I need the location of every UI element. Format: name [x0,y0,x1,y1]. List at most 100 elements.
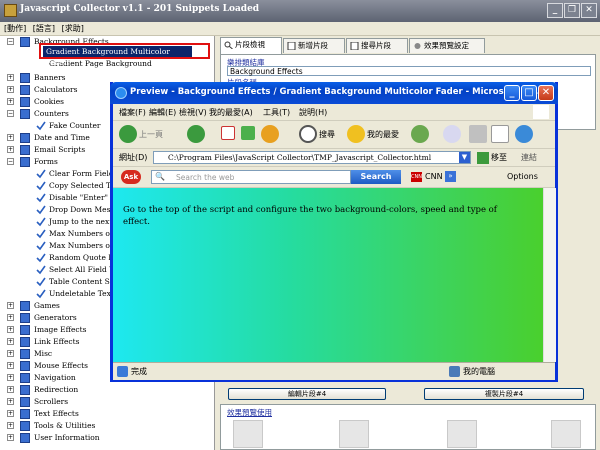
go-arrow-icon[interactable] [477,152,489,164]
mail-icon[interactable] [443,125,461,143]
expand-icon[interactable]: + [7,338,14,345]
print-icon[interactable] [469,125,487,143]
document-icon [350,42,359,50]
back-button[interactable]: 上一頁 [139,129,163,140]
search-icon[interactable] [299,125,317,143]
edit-icon[interactable] [491,125,509,143]
selected-snippet-highlight[interactable]: Gradient Background Multicolor Fader [39,43,210,67]
messenger-icon[interactable] [515,125,533,143]
address-label: 網址(D) [119,153,148,162]
chevron-down-icon[interactable]: ▼ [459,152,470,163]
history-icon[interactable] [411,125,429,143]
tab-add-snippet[interactable]: 新增片段 [283,38,345,53]
vertical-scrollbar[interactable] [543,188,556,362]
expand-icon[interactable]: + [7,134,14,141]
expand-icon[interactable]: + [7,86,14,93]
ie-menu-file[interactable]: 檔案(F) [119,107,146,118]
main-titlebar: Javascript Collector v1.1 - 201 Snippets… [0,0,600,22]
expand-icon[interactable]: + [7,74,14,81]
tree-item-selected[interactable]: Gradient Background Multicolor Fader [43,46,192,67]
minimize-button[interactable]: _ [547,3,563,18]
book-icon [20,301,30,311]
go-button[interactable]: 移至 [491,152,507,163]
book-icon [20,385,30,395]
search-button[interactable]: 搜尋 [319,129,335,140]
expand-icon[interactable]: + [7,422,14,429]
tab-search-snippet[interactable]: 搜尋片段 [346,38,408,53]
expand-icon[interactable]: + [7,410,14,417]
status-text: 完成 [131,367,147,376]
book-icon [20,157,30,167]
ie-preview-window: Preview - Background Effects / Gradient … [110,82,558,382]
book-icon [20,397,30,407]
preview-thumb[interactable] [339,420,369,448]
expand-icon[interactable]: + [7,350,14,357]
menu-language[interactable]: [語言] [33,23,55,34]
expand-icon[interactable]: + [7,302,14,309]
book-icon [20,37,30,47]
preview-usage-link[interactable]: 效果預覽使用 [227,407,272,418]
more-icon[interactable]: » [445,171,456,182]
ie-minimize-button[interactable]: _ [504,85,520,101]
ie-maximize-button[interactable]: □ [521,85,537,101]
book-icon [20,361,30,371]
expand-icon[interactable]: + [7,314,14,321]
forward-arrow-icon[interactable] [187,125,205,143]
script-icon [36,277,46,287]
preview-thumb[interactable] [551,420,581,448]
expand-icon[interactable]: + [7,434,14,441]
script-icon [36,169,46,179]
ask-search-input[interactable]: 🔍 Search the web [151,170,351,184]
preview-thumb[interactable] [447,420,477,448]
menu-help[interactable]: [求助] [62,23,84,34]
script-icon [36,181,46,191]
preview-usage-panel: 效果預覽使用 [220,404,596,450]
ie-titlebar: Preview - Background Effects / Gradient … [110,82,558,104]
expand-icon[interactable]: + [7,98,14,105]
address-input[interactable]: C:\Program Files\JavaScript Collector\TM… [153,151,471,164]
ie-menu-edit[interactable]: 編輯(E) [149,107,176,118]
tab-preview-settings[interactable]: 效果預覽設定 [409,38,485,53]
ie-menu-help[interactable]: 說明(H) [299,107,327,118]
ie-menu-tools[interactable]: 工具(T) [263,107,290,118]
expand-icon[interactable]: + [7,386,14,393]
favorites-button[interactable]: 我的最愛 [367,129,399,140]
back-arrow-icon[interactable] [119,125,137,143]
maximize-button[interactable]: ❐ [564,3,580,18]
tab-snippet-view[interactable]: 片段檢視 [220,37,282,54]
ie-icon [115,87,127,99]
computer-icon [449,366,460,377]
favorites-star-icon[interactable] [347,125,365,143]
expand-icon[interactable]: + [7,326,14,333]
expand-icon[interactable]: + [7,398,14,405]
expand-icon[interactable]: + [7,146,14,153]
script-icon [36,289,46,299]
links-label[interactable]: 連結 [521,152,537,163]
menu-action[interactable]: [動作] [4,23,26,34]
options-button[interactable]: Options [507,172,538,181]
expand-icon[interactable]: − [7,158,14,165]
refresh-icon[interactable] [241,126,255,140]
category-field[interactable]: Background Effects [227,66,591,76]
book-icon [20,73,30,83]
stop-icon[interactable] [221,126,235,140]
edit-snippet-button[interactable]: 編輯片段#4 [228,388,386,400]
expand-icon[interactable]: + [7,374,14,381]
ask-search-button[interactable]: Search [351,170,401,184]
cnn-button[interactable]: CNN [425,172,443,181]
ie-close-button[interactable]: ✕ [538,85,554,101]
script-icon [36,265,46,275]
copy-snippet-button[interactable]: 複製片段#4 [424,388,584,400]
ie-menu-favorites[interactable]: 我的最愛(A) [209,107,253,118]
ie-preview-icon[interactable] [233,420,263,448]
book-icon [20,109,30,119]
script-icon [36,241,46,251]
expand-icon[interactable]: − [7,110,14,117]
script-icon [36,229,46,239]
book-icon [20,133,30,143]
close-button[interactable]: ✕ [581,3,597,18]
ie-menu-view[interactable]: 檢視(V) [179,107,207,118]
collapse-icon[interactable]: − [7,38,14,45]
expand-icon[interactable]: + [7,362,14,369]
home-icon[interactable] [261,125,279,143]
